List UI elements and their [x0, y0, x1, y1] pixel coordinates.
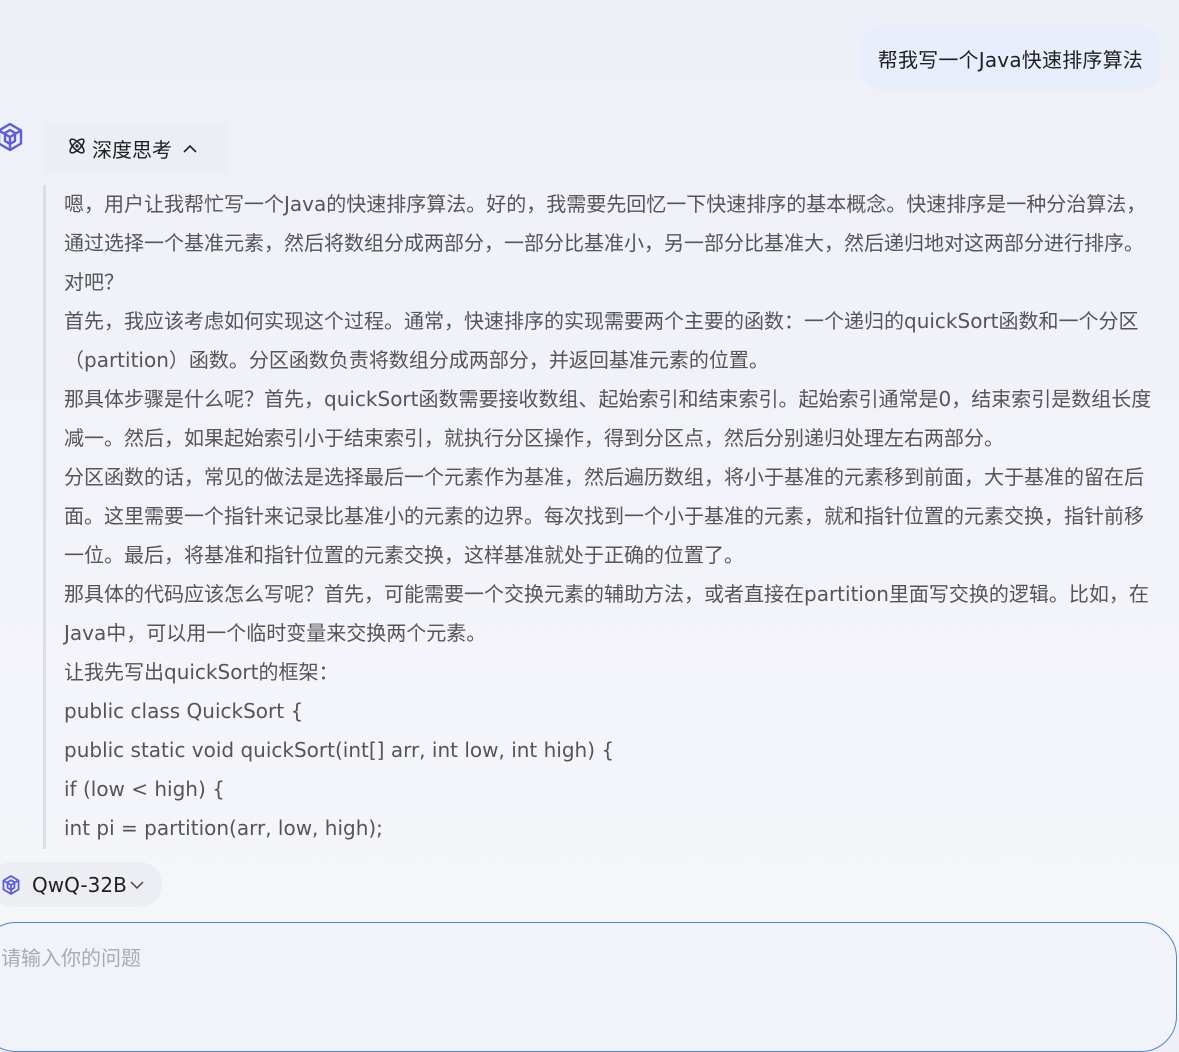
deep-thinking-label: 深度思考: [92, 137, 172, 162]
thinking-paragraph: 那具体步骤是什么呢？首先，quickSort函数需要接收数组、起始索引和结束索引…: [64, 387, 1152, 450]
chevron-down-icon: [130, 881, 144, 890]
thinking-paragraph: 嗯，用户让我帮忙写一个Java的快速排序算法。好的，我需要先回忆一下快速排序的基…: [64, 192, 1147, 294]
model-selector[interactable]: QwQ-32B: [0, 862, 162, 907]
deep-thinking-toggle[interactable]: 深度思考: [44, 123, 227, 173]
user-message-bubble: 帮我写一个Java快速排序算法: [859, 26, 1161, 90]
chevron-up-icon: [183, 144, 197, 153]
model-logo-icon: [2, 874, 20, 895]
chat-input[interactable]: [1, 943, 1001, 983]
user-message-text: 帮我写一个Java快速排序算法: [877, 47, 1143, 72]
thinking-paragraph: 让我先写出quickSort的框架：: [64, 660, 339, 684]
thinking-code-line: public class QuickSort {: [64, 699, 304, 723]
thinking-content: 嗯，用户让我帮忙写一个Java的快速排序算法。好的，我需要先回忆一下快速排序的基…: [43, 185, 1153, 849]
thinking-code-line: if (low < high) {: [64, 777, 225, 801]
model-name: QwQ-32B: [32, 872, 127, 897]
assistant-avatar-icon: [0, 122, 23, 152]
thinking-code-line: int pi = partition(arr, low, high);: [64, 816, 383, 840]
chat-input-container: [0, 922, 1177, 1052]
atom-icon: [69, 138, 85, 154]
thinking-code-line: public static void quickSort(int[] arr, …: [64, 738, 615, 762]
thinking-paragraph: 首先，我应该考虑如何实现这个过程。通常，快速排序的实现需要两个主要的函数：一个递…: [64, 309, 1139, 372]
thinking-paragraph: 分区函数的话，常见的做法是选择最后一个元素作为基准，然后遍历数组，将小于基准的元…: [64, 465, 1144, 567]
thinking-paragraph: 那具体的代码应该怎么写呢？首先，可能需要一个交换元素的辅助方法，或者直接在par…: [64, 582, 1149, 645]
